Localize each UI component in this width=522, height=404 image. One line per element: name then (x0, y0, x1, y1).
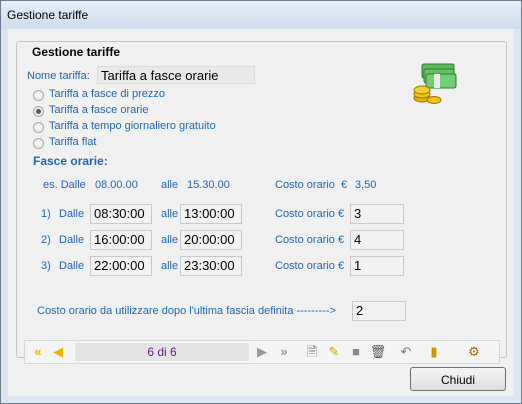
record-navigator: « ◀ 6 di 6 ▶ » 🗎 ✎ ■ 🗑 ↶ ▮ ⚙ (24, 340, 500, 364)
band-3-to-input[interactable]: 23:30:00 (180, 256, 242, 276)
open-record-icon[interactable]: ▮ (425, 344, 443, 360)
bands-title: Fasce orarie: (33, 154, 108, 168)
tools-icon[interactable]: ⚙ (465, 344, 483, 360)
window-title: Gestione tariffe (7, 8, 89, 22)
prev-record-icon[interactable]: ◀ (49, 344, 67, 360)
band-1-from-input[interactable]: 08:30:00 (90, 204, 152, 224)
option-label-tempo-gratuito: Tariffa a tempo giornaliero gratuito (49, 120, 216, 132)
band-3-from-input[interactable]: 22:00:00 (90, 256, 152, 276)
undo-icon[interactable]: ↶ (397, 344, 415, 360)
radio-tempo-gratuito[interactable] (33, 122, 44, 133)
radio-fasce-orarie[interactable] (33, 106, 44, 117)
band-2-to-input[interactable]: 20:00:00 (180, 230, 242, 250)
band-1-to-label: alle (161, 208, 179, 220)
close-button[interactable]: Chiudi (410, 367, 506, 391)
radio-flat[interactable] (33, 138, 44, 149)
after-last-band-label: Costo orario da utilizzare dopo l'ultima… (37, 305, 336, 317)
edit-record-icon[interactable]: ✎ (325, 344, 343, 360)
example-cost: 3,50 (355, 179, 377, 191)
first-record-icon[interactable]: « (29, 344, 47, 360)
band-2-from-input[interactable]: 16:00:00 (90, 230, 152, 250)
example-to: 15.30.00 (187, 179, 230, 191)
band-2-from-label: Dalle (59, 234, 85, 246)
band-2-to-label: alle (161, 234, 179, 246)
option-label-fasce-prezzo: Tariffa a fasce di prezzo (49, 88, 165, 100)
group-title: Gestione tariffe (30, 45, 123, 59)
band-3-cost-input[interactable]: 1 (350, 256, 404, 276)
after-last-band-input[interactable]: 2 (352, 301, 406, 321)
band-1-from-label: Dalle (59, 208, 85, 220)
option-label-flat: Tariffa flat (49, 136, 97, 148)
band-1-currency: € (338, 208, 345, 220)
dialog-window: Gestione tariffe Gestione tariffe Nome t… (0, 0, 522, 404)
example-cost-label: Costo orario (275, 179, 335, 191)
money-icon (413, 63, 457, 104)
band-3-to-label: alle (161, 260, 179, 272)
band-3-number: 3) (41, 260, 51, 272)
dialog-client: Gestione tariffe Nome tariffa: Tariffa a… (8, 29, 514, 396)
example-currency: € (341, 179, 348, 191)
example-to-label: alle (161, 179, 179, 191)
band-2-currency: € (338, 234, 345, 246)
band-1-to-input[interactable]: 13:00:00 (180, 204, 242, 224)
tariff-name-label: Nome tariffa: (27, 70, 90, 82)
band-3-from-label: Dalle (59, 260, 85, 272)
new-record-icon[interactable]: 🗎 (303, 344, 321, 360)
band-2-cost-input[interactable]: 4 (350, 230, 404, 250)
band-1-cost-input[interactable]: 3 (350, 204, 404, 224)
last-record-icon[interactable]: » (275, 344, 293, 360)
band-3-currency: € (338, 260, 345, 272)
example-from: 08.00.00 (95, 179, 138, 191)
save-record-icon[interactable]: ■ (347, 344, 365, 360)
delete-record-icon[interactable]: 🗑 (369, 344, 387, 360)
tariff-group: Gestione tariffe Nome tariffa: Tariffa a… (16, 41, 507, 364)
band-1-number: 1) (41, 208, 51, 220)
record-position: 6 di 6 (75, 343, 249, 361)
next-record-icon[interactable]: ▶ (253, 344, 271, 360)
title-bar: Gestione tariffe (1, 1, 521, 29)
band-2-cost-label: Costo orario (275, 234, 335, 246)
band-3-cost-label: Costo orario (275, 260, 335, 272)
option-label-fasce-orarie: Tariffa a fasce orarie (49, 104, 149, 116)
tariff-name-field[interactable]: Tariffa a fasce orarie (97, 66, 255, 84)
band-2-number: 2) (41, 234, 51, 246)
radio-fasce-prezzo[interactable] (33, 90, 44, 101)
example-prefix: es. Dalle (43, 179, 86, 191)
band-1-cost-label: Costo orario (275, 208, 335, 220)
